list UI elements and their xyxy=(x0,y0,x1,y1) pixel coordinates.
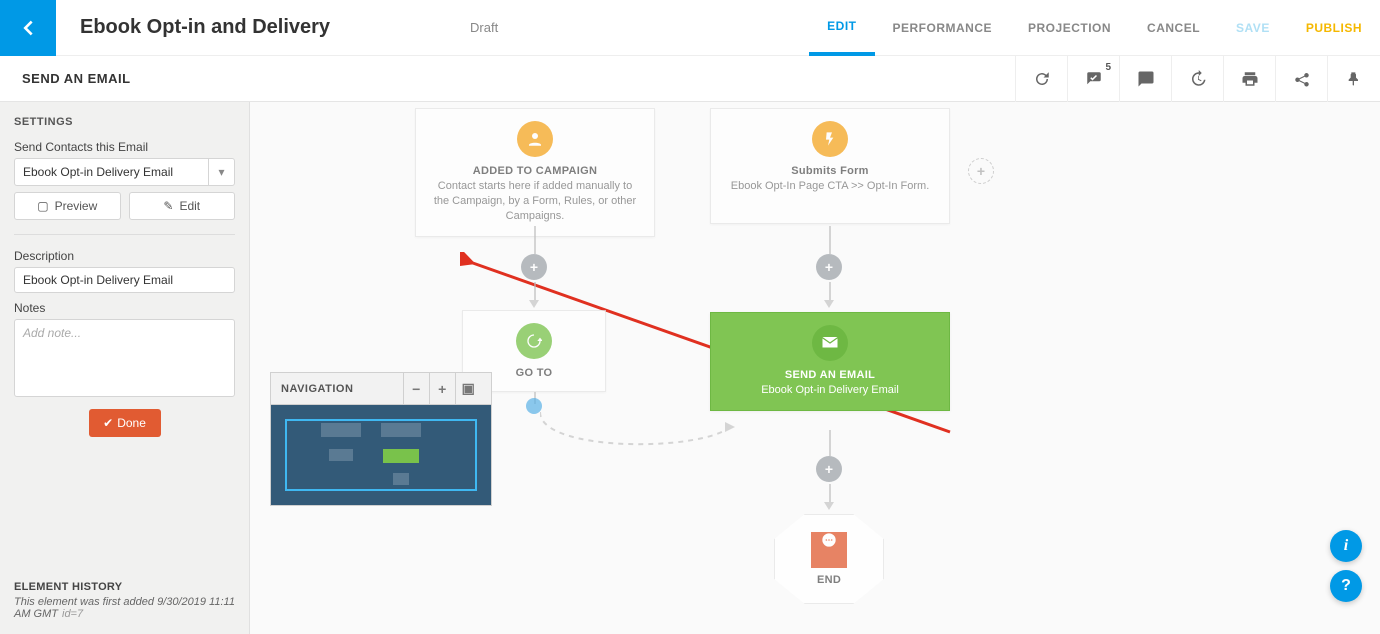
tab-performance[interactable]: PERFORMANCE xyxy=(875,0,1011,56)
connector-plus[interactable]: + xyxy=(521,254,547,280)
tasks-button[interactable]: 5 xyxy=(1068,56,1120,102)
pin-button[interactable] xyxy=(1328,56,1380,102)
preview-label: Preview xyxy=(55,199,98,213)
connector-plus[interactable]: + xyxy=(816,254,842,280)
navigation-minimap[interactable]: NAVIGATION − + ▣ xyxy=(270,372,492,506)
node-title: END xyxy=(817,574,841,586)
preview-icon: ▢ xyxy=(37,199,48,213)
settings-heading: SETTINGS xyxy=(14,116,235,128)
node-sub: Contact starts here if added manually to… xyxy=(430,179,640,224)
workflow-canvas[interactable]: ADDED TO CAMPAIGN Contact starts here if… xyxy=(250,102,1380,634)
history-button[interactable] xyxy=(1172,56,1224,102)
pencil-icon: ✎ xyxy=(163,199,173,213)
description-input[interactable]: Ebook Opt-in Delivery Email xyxy=(14,267,235,293)
share-button[interactable] xyxy=(1276,56,1328,102)
tab-cancel[interactable]: CANCEL xyxy=(1129,0,1218,56)
tab-publish[interactable]: PUBLISH xyxy=(1288,0,1380,56)
email-icon xyxy=(812,325,848,361)
zoom-fit-button[interactable]: ▣ xyxy=(455,373,481,405)
info-fab[interactable]: i xyxy=(1330,530,1362,562)
stop-icon xyxy=(811,532,847,568)
help-fab[interactable]: ? xyxy=(1330,570,1362,602)
connector-plus[interactable]: + xyxy=(816,456,842,482)
node-title: Submits Form xyxy=(725,165,935,177)
field-send-email-label: Send Contacts this Email xyxy=(14,140,235,154)
notes-label: Notes xyxy=(14,301,235,315)
tasks-badge: 5 xyxy=(1105,62,1111,73)
chevron-down-icon: ▾ xyxy=(208,159,234,185)
check-icon: ✔ xyxy=(103,416,113,430)
node-sub: Ebook Opt-in Delivery Email xyxy=(725,383,935,398)
edit-button[interactable]: ✎ Edit xyxy=(129,192,236,220)
zoom-out-button[interactable]: − xyxy=(403,373,429,405)
element-history-id: id=7 xyxy=(62,608,83,620)
node-title: ADDED TO CAMPAIGN xyxy=(430,165,640,177)
redirect-icon xyxy=(516,323,552,359)
node-end[interactable]: END xyxy=(774,514,884,604)
add-node-button[interactable]: + xyxy=(968,158,994,184)
navigation-label: NAVIGATION xyxy=(281,383,353,395)
edit-label: Edit xyxy=(179,199,200,213)
zoom-in-button[interactable]: + xyxy=(429,373,455,405)
dashed-connector xyxy=(540,402,740,462)
element-history-heading: ELEMENT HISTORY xyxy=(14,581,235,593)
node-sub: Ebook Opt-In Page CTA >> Opt-In Form. xyxy=(725,179,935,194)
notes-input[interactable]: Add note... xyxy=(14,319,235,397)
preview-button[interactable]: ▢ Preview xyxy=(14,192,121,220)
done-button[interactable]: ✔ Done xyxy=(89,409,161,437)
bolt-icon xyxy=(812,121,848,157)
refresh-button[interactable] xyxy=(1016,56,1068,102)
tab-projection[interactable]: PROJECTION xyxy=(1010,0,1129,56)
node-added-to-campaign[interactable]: ADDED TO CAMPAIGN Contact starts here if… xyxy=(415,108,655,237)
page-title: Ebook Opt-in and Delivery xyxy=(80,16,330,39)
person-icon xyxy=(517,121,553,157)
node-title: SEND AN EMAIL xyxy=(725,369,935,381)
select-email-value: Ebook Opt-in Delivery Email xyxy=(23,165,173,179)
subheader-title: SEND AN EMAIL xyxy=(22,71,131,86)
node-title: GO TO xyxy=(477,367,591,379)
back-button[interactable] xyxy=(0,0,56,56)
element-history-text: This element was first added 9/30/2019 1… xyxy=(14,596,235,620)
tab-edit[interactable]: EDIT xyxy=(809,0,874,56)
status-label: Draft xyxy=(470,20,498,35)
description-label: Description xyxy=(14,249,235,263)
select-email[interactable]: Ebook Opt-in Delivery Email ▾ xyxy=(14,158,235,186)
settings-panel: SETTINGS Send Contacts this Email Ebook … xyxy=(0,102,250,634)
print-button[interactable] xyxy=(1224,56,1276,102)
comment-button[interactable] xyxy=(1120,56,1172,102)
node-send-email[interactable]: SEND AN EMAIL Ebook Opt-in Delivery Emai… xyxy=(710,312,950,411)
node-submits-form[interactable]: Submits Form Ebook Opt-In Page CTA >> Op… xyxy=(710,108,950,224)
tab-save[interactable]: SAVE xyxy=(1218,0,1288,56)
